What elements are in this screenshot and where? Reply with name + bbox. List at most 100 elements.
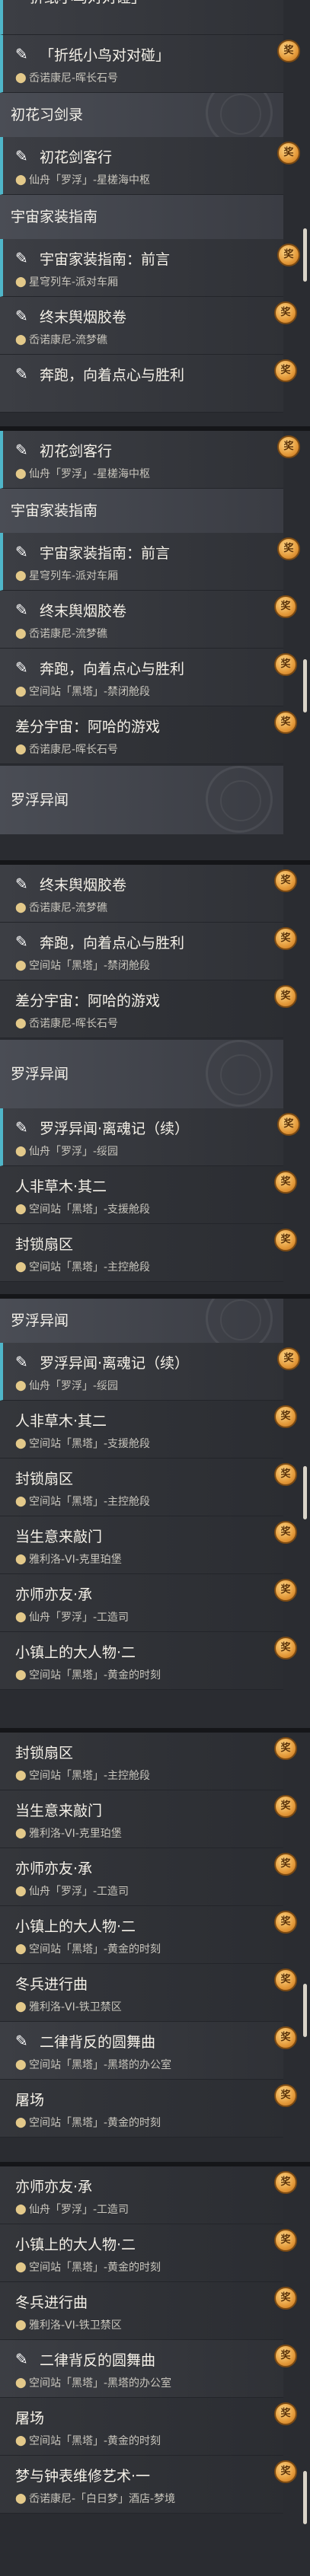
quest-title: 当生意来敲门 [15, 1528, 103, 1545]
feather-icon: ✎ [15, 307, 28, 325]
pin-icon: ⬤ [15, 1669, 27, 1681]
quest-title: 小镇上的大人物·二 [15, 1643, 136, 1661]
quest-item-luofu-soul[interactable]: ✎ 罗浮异闻·离魂记（续） ⬤ 仙舟「罗浮」-绥园 奖 [0, 1343, 300, 1401]
quest-location: 空间站「黑塔」-主控舱段 [29, 1261, 151, 1274]
section-header-luofu[interactable]: 罗浮异闻 [0, 1040, 283, 1108]
section-title: 罗浮异闻 [11, 1312, 69, 1329]
feather-icon: ✎ [15, 601, 28, 619]
quest-item-teacher-friend[interactable]: 亦师亦友·承 ⬤ 仙舟「罗浮」-工造司 奖 [0, 1848, 297, 1906]
quest-item-run-heart[interactable]: ✎ 奔跑，向着点心与胜利 ⬤ 空间站「黑塔」-禁闭舱段 奖 [0, 649, 297, 706]
quest-item-autumn-gate[interactable]: 当生意来敲门 ⬤ 雅利洛-VI-克里珀堡 奖 [0, 1516, 297, 1574]
quest-item-arena[interactable]: 屠场 ⬤ 空间站「黑塔」-黄金的时刻 奖 [0, 2080, 297, 2138]
quest-item-winter-march[interactable]: 冬兵进行曲 ⬤ 雅利洛-VI-铁卫禁区 奖 [0, 1964, 297, 2022]
quest-item-run-heart[interactable]: ✎ 奔跑，向着点心与胜利 ⬤ 空间站「黑塔」-禁闭舱段 奖 [0, 923, 297, 980]
reward-badge-icon: 奖 [274, 985, 297, 1008]
quest-item-final-film[interactable]: ✎ 终末舆烟胶卷 ⬤ 岙诺康尼-流梦礁 奖 [0, 865, 297, 923]
quest-location: 雅利洛-VI-克里珀堡 [29, 1828, 122, 1840]
quest-location: 空间站「黑塔」-主控舱段 [29, 1770, 151, 1782]
quest-title: 奔跑，向着点心与胜利 [40, 660, 185, 677]
quest-item-small-town[interactable]: 小镇上的大人物·二 ⬤ 空间站「黑塔」-黄金的时刻 奖 [0, 2224, 297, 2282]
quest-location: 空间站「黑塔」-禁闭舱段 [29, 686, 151, 698]
pin-icon: ⬤ [15, 276, 27, 288]
pin-icon: ⬤ [15, 569, 27, 582]
reward-badge-icon: 奖 [274, 1637, 297, 1659]
quest-item-people-grass[interactable]: 人非草木·其二 ⬤ 空间站「黑塔」-支援舱段 奖 [0, 1166, 297, 1224]
quest-title: 宇宙家装指南：前言 [40, 250, 171, 268]
segment-4: 罗浮异闻 ✎ 罗浮异闻·离魂记（续） ⬤ 仙舟「罗浮」-绥园 奖 人非草木·其二 ⬤… [0, 1299, 310, 1728]
quest-item-hatsuka-guest[interactable]: ✎ 初花剑客行 ⬤ 仙舟「罗浮」-星槎海中枢 奖 [0, 137, 300, 195]
section-header-luofu[interactable]: 罗浮异闻 [0, 1299, 283, 1343]
scrollbar-thumb[interactable] [303, 228, 307, 282]
quest-title: 宇宙家装指南：前言 [40, 544, 171, 562]
reward-badge-icon: 奖 [274, 2171, 297, 2194]
quest-item-autumn-gate[interactable]: 当生意来敲门 ⬤ 雅利洛-VI-克里珀堡 奖 [0, 1790, 297, 1848]
quest-location: 仙舟「罗浮」-星槎海中枢 [29, 468, 151, 480]
section-header-luofu[interactable]: 罗浮异闻 [0, 766, 283, 834]
pin-icon: ⬤ [15, 1943, 27, 1955]
quest-item-final-film[interactable]: ✎ 终末舆烟胶卷 ⬤ 岙诺康尼-流梦礁 奖 [0, 591, 297, 649]
quest-item-binary-dance[interactable]: ✎ 二律背反的圆舞曲 ⬤ 空间站「黑塔」-黑塔的办公室 奖 [0, 2022, 297, 2080]
reward-badge-icon: 奖 [274, 2026, 297, 2049]
quest-item-diff-universe[interactable]: 差分宇宙：阿哈的游戏 ⬤ 岙诺康尼-晖长石号 奖 [0, 706, 297, 764]
quest-item-winter-march[interactable]: 冬兵进行曲 ⬤ 雅利洛-VI-铁卫禁区 奖 [0, 2282, 297, 2340]
quest-title: 人非草木·其二 [15, 1178, 107, 1195]
quest-location: 星穹列车-派对车厢 [29, 276, 119, 289]
section-title: 宇宙家装指南 [11, 502, 98, 519]
pin-icon: ⬤ [15, 2116, 27, 2128]
quest-item-binary-dance[interactable]: ✎ 二律背反的圆舞曲 ⬤ 空间站「黑塔」-黑塔的办公室 奖 [0, 2340, 297, 2398]
section-header-hatsuka[interactable]: 初花习剑录 [0, 93, 283, 137]
reward-badge-icon: 奖 [274, 653, 297, 676]
quest-location: 空间站「黑塔」-黄金的时刻 [29, 2435, 161, 2447]
reward-badge-icon: 奖 [274, 927, 297, 950]
reward-badge-icon: 奖 [277, 537, 300, 560]
reward-badge-icon: 奖 [274, 2084, 297, 2107]
quest-item-hatsuka-guest[interactable]: ✎ 初花剑客行 ⬤ 仙舟「罗浮」-星槎海中枢 奖 [0, 431, 300, 489]
section-header-uchuu[interactable]: 宇宙家装指南 [0, 195, 283, 239]
quest-item-final-film[interactable]: ✎ 终末舆烟胶卷 ⬤ 岙诺康尼-流梦礁 奖 [0, 297, 297, 355]
scrollbar-thumb[interactable] [303, 659, 307, 713]
reward-badge-icon: 奖 [277, 142, 300, 164]
quest-item-small-town[interactable]: 小镇上的大人物·二 ⬤ 空间站「黑塔」-黄金的时刻 奖 [0, 1632, 297, 1690]
pin-icon: ⬤ [15, 901, 27, 913]
quest-title: 「折纸小鸟对对碰」 [15, 0, 145, 7]
section-header-uchuu[interactable]: 宇宙家装指南 [0, 489, 283, 533]
quest-item-uchuu-prelude[interactable]: ✎ 宇宙家装指南：前言 ⬤ 星穹列车-派对车厢 奖 [0, 239, 300, 297]
quest-title: 屠场 [15, 2409, 45, 2427]
quest-item-teacher-friend[interactable]: 亦师亦友·承 ⬤ 仙舟「罗浮」-工造司 奖 [0, 2166, 297, 2224]
reward-badge-icon: 奖 [274, 1853, 297, 1876]
quest-item-small-town[interactable]: 小镇上的大人物·二 ⬤ 空间站「黑塔」-黄金的时刻 奖 [0, 1906, 297, 1964]
quest-location: 岙诺康尼-流梦礁 [29, 902, 108, 914]
quest-item-sealed-fan[interactable]: 封锁扇区 ⬤ 空间站「黑塔」-主控舱段 奖 [0, 1224, 297, 1282]
quest-title: 终末舆烟胶卷 [40, 308, 127, 326]
quest-item-uchuu-prelude[interactable]: ✎ 宇宙家装指南：前言 ⬤ 星穹列车-派对车厢 奖 [0, 533, 300, 591]
quest-item-run-heart-partial[interactable]: ✎ 奔跑，向着点心与胜利 奖 [0, 355, 297, 413]
scrollbar-thumb[interactable] [303, 2471, 307, 2524]
quest-item-dream-clock[interactable]: 梦与钟表维修艺术·一 ⬤ 岙诺康尼-「白日梦」酒店-梦境 奖 [0, 2456, 297, 2514]
quest-item-paper-bird[interactable]: ✎ 「折纸小鸟对对碰」 ⬤ 岙诺康尼-晖长石号 奖 [0, 35, 300, 93]
quest-location: 仙舟「罗浮」-工造司 [29, 1612, 129, 1624]
quest-item-people-grass[interactable]: 人非草木·其二 ⬤ 空间站「黑塔」-支援舱段 奖 [0, 1401, 297, 1459]
scrollbar-thumb[interactable] [303, 1984, 307, 2037]
quest-location: 雅利洛-VI-铁卫禁区 [29, 2319, 122, 2332]
quest-item-sealed-fan[interactable]: 封锁扇区 ⬤ 空间站「黑塔」-主控舱段 奖 [0, 1733, 297, 1790]
quest-location: 仙舟「罗浮」-绥园 [29, 1146, 119, 1158]
quest-location: 岙诺康尼-流梦礁 [29, 628, 108, 640]
section-title: 罗浮异闻 [11, 792, 69, 808]
reward-badge-icon: 奖 [274, 1795, 297, 1818]
reward-badge-icon: 奖 [274, 2345, 297, 2367]
pin-icon: ⬤ [15, 1553, 27, 1565]
quest-item-luofu-soul[interactable]: ✎ 罗浮异闻·离魂记（续） ⬤ 仙舟「罗浮」-绥园 奖 [0, 1108, 300, 1166]
quest-item-paper-bird-partial[interactable]: 「折纸小鸟对对碰」 [0, 0, 283, 35]
quest-item-sealed-fan[interactable]: 封锁扇区 ⬤ 空间站「黑塔」-主控舱段 奖 [0, 1459, 297, 1516]
reward-badge-icon: 奖 [274, 2402, 297, 2425]
quest-location: 空间站「黑塔」-黄金的时刻 [29, 2262, 161, 2274]
quest-item-teacher-friend[interactable]: 亦师亦友·承 ⬤ 仙舟「罗浮」-工造司 奖 [0, 1574, 297, 1632]
quest-location: 仙舟「罗浮」-绥园 [29, 1380, 119, 1392]
scrollbar-thumb[interactable] [303, 1466, 307, 1519]
reward-badge-icon: 奖 [277, 1347, 300, 1370]
pin-icon: ⬤ [15, 1379, 27, 1392]
feather-icon: ✎ [15, 441, 28, 459]
quest-location: 岙诺康尼-流梦礁 [29, 334, 108, 346]
quest-item-diff-universe[interactable]: 差分宇宙：阿哈的游戏 ⬤ 岙诺康尼-晖长石号 奖 [0, 980, 297, 1038]
quest-item-arena[interactable]: 屠场 ⬤ 空间站「黑塔」-黄金的时刻 奖 [0, 2398, 297, 2456]
